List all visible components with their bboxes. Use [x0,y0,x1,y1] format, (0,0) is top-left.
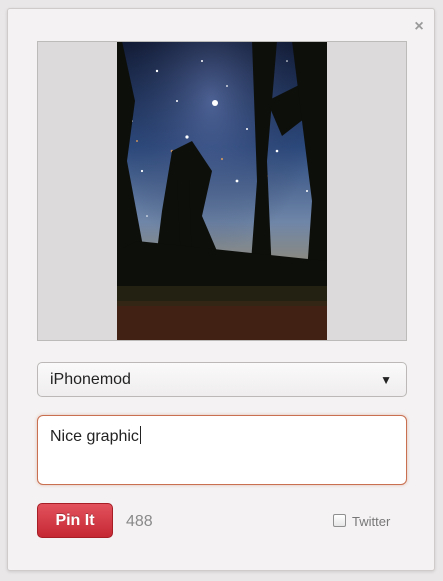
close-icon[interactable]: × [411,19,427,35]
image-preview-frame [37,41,407,341]
pin-it-button[interactable]: Pin It [37,503,113,538]
pin-image [117,42,327,340]
character-count: 488 [126,513,153,530]
chevron-down-icon: ▼ [380,373,392,387]
board-select-value: iPhonemod [50,371,131,388]
text-caret [139,426,141,444]
twitter-checkbox[interactable] [333,514,346,527]
twitter-label: Twitter [352,514,391,529]
description-value: Nice graphic [50,428,139,445]
description-field[interactable]: Nice graphic [37,415,407,485]
board-select[interactable]: iPhonemod ▼ [37,362,407,397]
